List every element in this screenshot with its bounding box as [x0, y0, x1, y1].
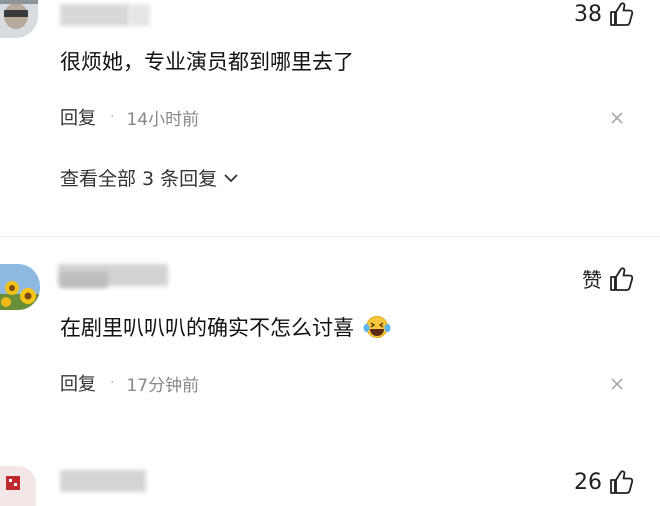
thumbs-up-icon — [610, 470, 634, 494]
like-count: 38 — [574, 1, 602, 27]
like-button[interactable]: 38 — [574, 0, 634, 28]
username-blurred[interactable] — [60, 4, 130, 26]
username-blurred — [130, 4, 150, 26]
comment-time: 17分钟前 — [126, 375, 200, 396]
like-button[interactable]: 26 — [574, 468, 634, 496]
avatar[interactable] — [0, 466, 36, 506]
close-icon[interactable] — [610, 111, 624, 125]
comment-meta: 回复 · 17分钟前 — [60, 370, 199, 396]
avatar-image — [0, 0, 38, 38]
chevron-down-icon — [224, 173, 238, 182]
reply-button[interactable]: 回复 — [60, 370, 96, 396]
reply-button[interactable]: 回复 — [60, 104, 96, 130]
separator-dot: · — [110, 109, 115, 125]
like-count: 26 — [574, 469, 602, 495]
comment-item: 38 很烦她，专业演员都到哪里去了 回复 · 14小时前 查看全部 3 条回复 — [0, 0, 660, 230]
view-all-replies-label: 查看全部 3 条回复 — [60, 168, 218, 190]
comment-time: 14小时前 — [126, 109, 200, 130]
laughing-tears-emoji-icon — [363, 316, 391, 338]
avatar-image — [0, 264, 40, 310]
comment-text-content: 在剧里叭叭叭的确实不怎么讨喜 — [60, 316, 354, 340]
comment-text: 很烦她，专业演员都到哪里去了 — [60, 50, 354, 74]
like-label: 赞 — [582, 268, 602, 292]
avatar[interactable] — [0, 0, 38, 38]
thumbs-up-icon — [610, 266, 634, 291]
divider — [0, 236, 660, 237]
avatar[interactable] — [0, 264, 40, 310]
like-button[interactable]: 赞 — [582, 264, 634, 293]
comment-item: 26 — [0, 460, 660, 506]
avatar-image — [0, 466, 36, 506]
close-icon[interactable] — [610, 377, 624, 391]
username-blurred — [60, 272, 108, 288]
thumbs-up-icon — [610, 2, 634, 26]
username-blurred[interactable] — [60, 470, 146, 492]
comment-item: 赞 在剧里叭叭叭的确实不怎么讨喜 回复 · 17分钟前 — [0, 250, 660, 450]
comment-meta: 回复 · 14小时前 — [60, 104, 199, 130]
comment-text: 在剧里叭叭叭的确实不怎么讨喜 — [60, 312, 391, 342]
view-all-replies-button[interactable]: 查看全部 3 条回复 — [60, 164, 239, 191]
separator-dot: · — [110, 375, 115, 391]
